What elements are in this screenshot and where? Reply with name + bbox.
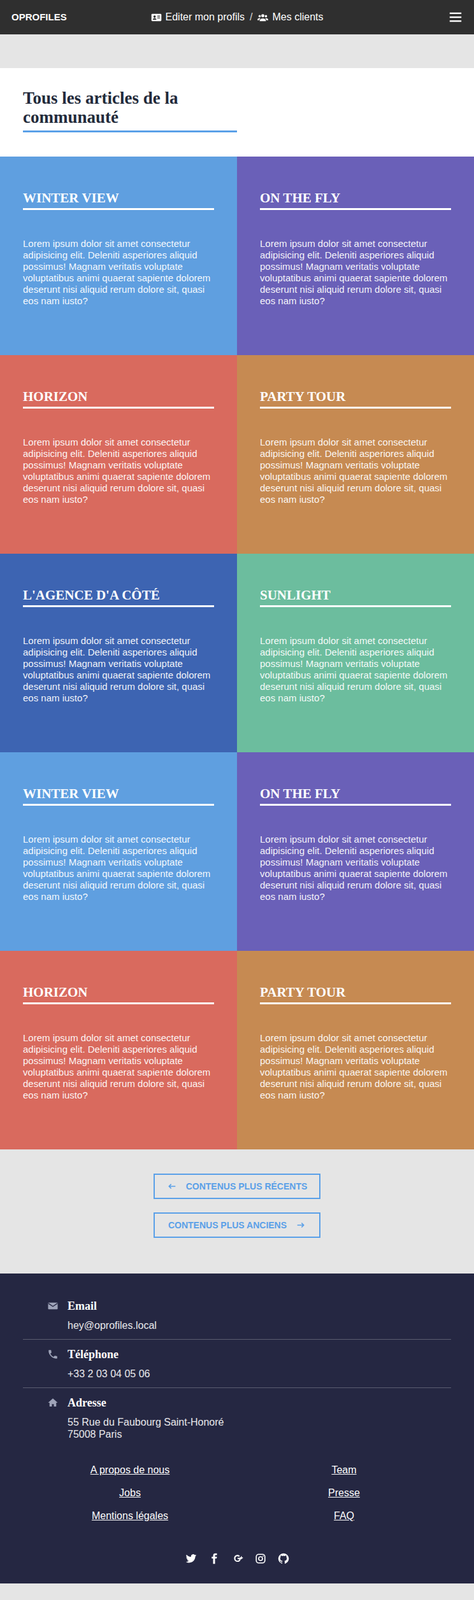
article-card[interactable]: WINTER VIEW Lorem ipsum dolor sit amet co… bbox=[0, 753, 237, 952]
twitter-icon bbox=[185, 1554, 197, 1566]
card-text: Lorem ipsum dolor sit amet consectetur a… bbox=[259, 437, 452, 506]
article-card[interactable]: HORIZON Lorem ipsum dolor sit amet consec… bbox=[0, 951, 237, 1151]
nav-link-label[interactable]: Editer mon profils bbox=[165, 9, 246, 25]
card-title[interactable]: WINTER VIEW bbox=[22, 189, 215, 211]
card-title[interactable]: L'AGENCE D'A CÔTÉ bbox=[22, 587, 215, 608]
card-title[interactable]: PARTY TOUR bbox=[259, 388, 452, 410]
footer-link[interactable]: FAQ bbox=[333, 1510, 355, 1525]
card-text: Lorem ipsum dolor sit amet consectetur a… bbox=[22, 238, 215, 308]
card-title[interactable]: ON THE FLY bbox=[259, 786, 452, 807]
pagination-label[interactable]: CONTENUS PLUS RÉCENTS bbox=[186, 1181, 308, 1195]
pagination: CONTENUS PLUS RÉCENTS CONTENUS PLUS ANCIE… bbox=[0, 1150, 474, 1275]
phone-icon bbox=[45, 1348, 60, 1363]
card-text: Lorem ipsum dolor sit amet consectetur a… bbox=[259, 834, 452, 904]
heading-section: Tous les articles de la communauté bbox=[0, 68, 474, 157]
footer-link[interactable]: Mentions légales bbox=[91, 1510, 169, 1525]
contact-item: Email hey@oprofiles.local bbox=[22, 1292, 452, 1342]
card-text: Lorem ipsum dolor sit amet consectetur a… bbox=[22, 437, 215, 506]
footer-links: A propos de nous Team Jobs Presse Mentions l… bbox=[22, 1464, 452, 1525]
facebook-icon bbox=[208, 1554, 220, 1566]
card-title[interactable]: HORIZON bbox=[22, 984, 215, 1006]
article-card[interactable]: WINTER VIEW Lorem ipsum dolor sit amet co… bbox=[0, 156, 237, 356]
article-card[interactable]: PARTY TOUR Lorem ipsum dolor sit amet con… bbox=[237, 951, 474, 1151]
article-card[interactable]: PARTY TOUR Lorem ipsum dolor sit amet con… bbox=[237, 355, 474, 555]
address-icon bbox=[45, 1397, 60, 1412]
contact-label: Téléphone bbox=[67, 1348, 150, 1363]
card-text: Lorem ipsum dolor sit amet consectetur a… bbox=[22, 1033, 215, 1103]
nav-link[interactable]: Editer mon profils bbox=[150, 9, 246, 25]
page-title: Tous les articles de la communauté bbox=[22, 88, 237, 133]
article-card[interactable]: L'AGENCE D'A CÔTÉ Lorem ipsum dolor sit a… bbox=[0, 554, 237, 754]
footer-link-cell: Mentions légales bbox=[22, 1510, 237, 1525]
footer-link-cell: A propos de nous bbox=[22, 1464, 237, 1479]
contact-value: +33 2 03 04 05 06 bbox=[67, 1369, 150, 1382]
hamburger-icon bbox=[448, 10, 463, 25]
nav-link[interactable]: Mes clients bbox=[257, 9, 324, 25]
contact-body: Téléphone +33 2 03 04 05 06 bbox=[67, 1348, 150, 1382]
nav-separator: / bbox=[249, 9, 253, 25]
google-plus-icon bbox=[231, 1553, 244, 1566]
spacer-band bbox=[0, 34, 474, 69]
article-card[interactable]: ON THE FLY Lorem ipsum dolor sit amet con… bbox=[237, 753, 474, 952]
brand-logo[interactable]: OPROFILES bbox=[11, 10, 88, 25]
articles-grid: WINTER VIEW Lorem ipsum dolor sit amet co… bbox=[0, 156, 474, 1151]
article-card[interactable]: ON THE FLY Lorem ipsum dolor sit amet con… bbox=[237, 156, 474, 356]
footer-link-cell: Jobs bbox=[22, 1487, 237, 1502]
contact-value: 55 Rue du Faubourg Saint-Honoré bbox=[67, 1417, 225, 1430]
footer-link[interactable]: Jobs bbox=[119, 1487, 141, 1502]
card-title[interactable]: WINTER VIEW bbox=[22, 786, 215, 807]
card-text: Lorem ipsum dolor sit amet consectetur a… bbox=[259, 1033, 452, 1103]
footer-link[interactable]: A propos de nous bbox=[90, 1464, 171, 1479]
pagination-button[interactable]: CONTENUS PLUS ANCIENS bbox=[153, 1213, 321, 1240]
footer-link[interactable]: Team bbox=[331, 1464, 357, 1479]
github-icon bbox=[277, 1554, 290, 1566]
card-title[interactable]: HORIZON bbox=[22, 388, 215, 410]
social-links bbox=[22, 1553, 452, 1566]
contact-item: Adresse 55 Rue du Faubourg Saint-Honoré75… bbox=[22, 1389, 452, 1450]
footer-link-cell: Team bbox=[237, 1464, 452, 1479]
footer-link[interactable]: Presse bbox=[328, 1487, 360, 1502]
footer: Email hey@oprofiles.local Téléphone +33 2 0… bbox=[0, 1274, 474, 1586]
contact-label: Email bbox=[67, 1300, 157, 1315]
navbar: OPROFILES Editer mon profils/ Mes clients bbox=[0, 0, 474, 35]
contact-item: Téléphone +33 2 03 04 05 06 bbox=[22, 1341, 452, 1390]
instagram-icon bbox=[254, 1554, 267, 1566]
nav-links: Editer mon profils/ Mes clients bbox=[150, 9, 324, 25]
article-card[interactable]: HORIZON Lorem ipsum dolor sit amet consec… bbox=[0, 355, 237, 555]
contact-body: Adresse 55 Rue du Faubourg Saint-Honoré75… bbox=[67, 1397, 225, 1442]
footer-link-cell: Presse bbox=[237, 1487, 452, 1502]
card-text: Lorem ipsum dolor sit amet consectetur a… bbox=[22, 834, 215, 904]
pagination-label[interactable]: CONTENUS PLUS ANCIENS bbox=[168, 1220, 287, 1234]
email-icon bbox=[45, 1300, 60, 1315]
menu-area bbox=[386, 10, 463, 25]
pagination-button[interactable]: CONTENUS PLUS RÉCENTS bbox=[153, 1174, 321, 1201]
card-title[interactable]: PARTY TOUR bbox=[259, 984, 452, 1006]
card-title[interactable]: ON THE FLY bbox=[259, 189, 452, 211]
contact-value: hey@oprofiles.local bbox=[67, 1320, 157, 1333]
contact-label: Adresse bbox=[67, 1397, 225, 1412]
card-text: Lorem ipsum dolor sit amet consectetur a… bbox=[259, 635, 452, 705]
article-card[interactable]: SUNLIGHT Lorem ipsum dolor sit amet conse… bbox=[237, 554, 474, 754]
arrow-left-icon bbox=[166, 1182, 178, 1193]
profile-icon bbox=[150, 12, 162, 23]
contact-value: 75008 Paris bbox=[67, 1429, 225, 1442]
card-text: Lorem ipsum dolor sit amet consectetur a… bbox=[259, 238, 452, 308]
clients-icon bbox=[257, 12, 269, 23]
contact-body: Email hey@oprofiles.local bbox=[67, 1300, 157, 1333]
card-text: Lorem ipsum dolor sit amet consectetur a… bbox=[22, 635, 215, 705]
card-title[interactable]: SUNLIGHT bbox=[259, 587, 452, 608]
arrow-right-icon bbox=[295, 1221, 306, 1232]
nav-link-label[interactable]: Mes clients bbox=[272, 9, 324, 25]
footer-link-cell: FAQ bbox=[237, 1510, 452, 1525]
